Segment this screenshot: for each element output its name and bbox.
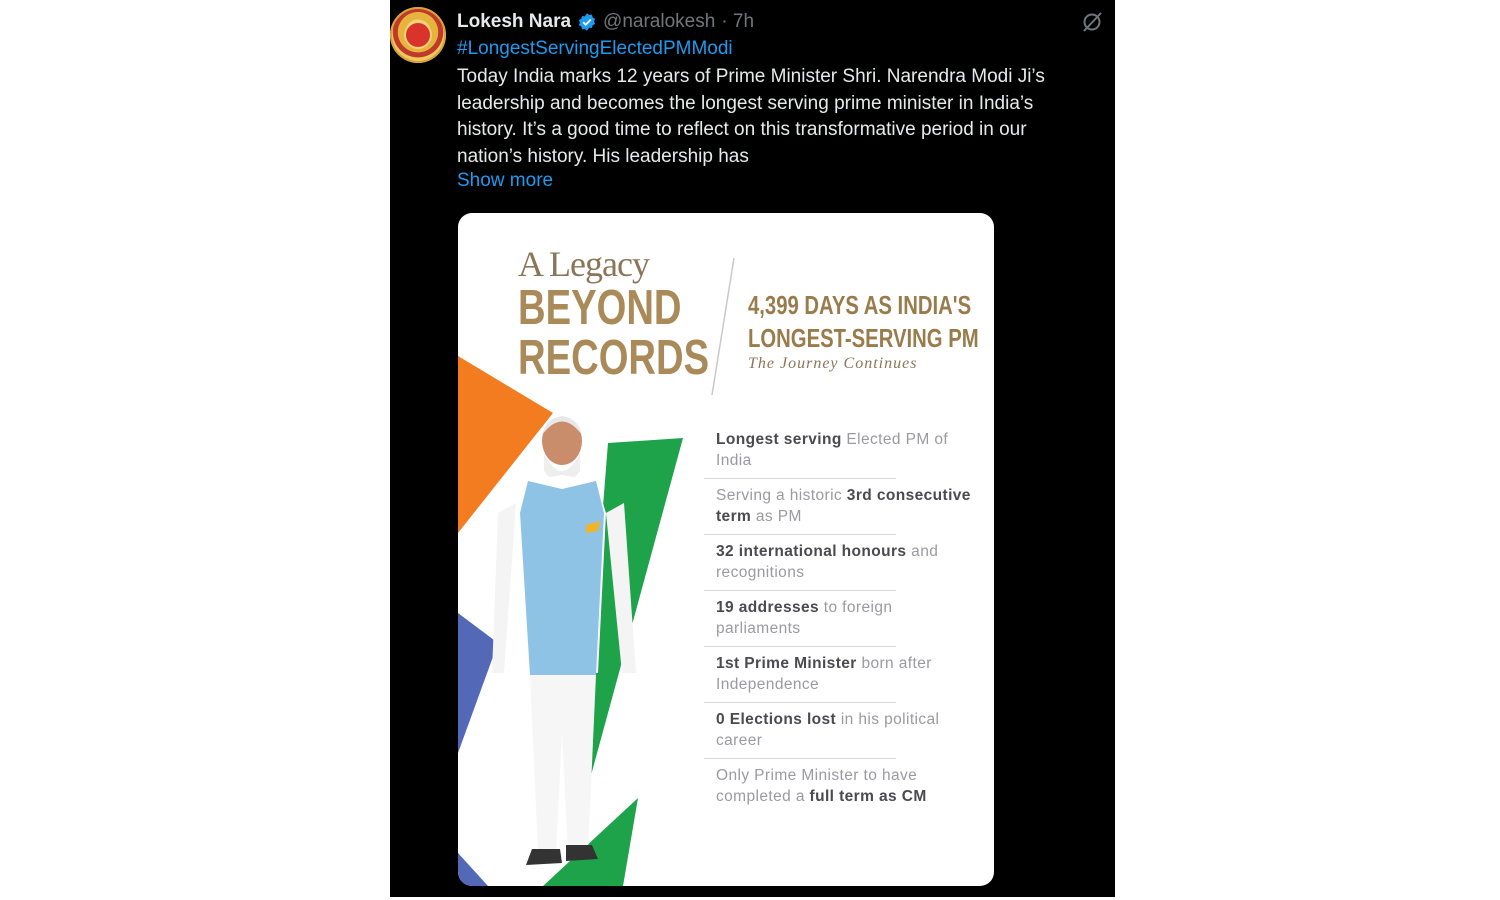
stat-bold: 32 international honours [716,543,907,560]
tweet-image-card[interactable]: A Legacy BEYOND RECORDS 4,399 DAYS AS IN… [458,213,994,886]
stat-pre: Serving a historic [716,487,847,504]
card-headline: BEYOND RECORDS [518,283,709,383]
author-name[interactable]: Lokesh Nara [457,11,571,33]
stat-item: 1st Prime Minister born after Independen… [704,647,974,703]
stat-item: Only Prime Minister to have completed a … [704,759,974,815]
stat-bold: 0 Elections lost [716,711,837,728]
headline-line: RECORDS [518,331,710,385]
grok-icon[interactable] [1080,10,1104,34]
days-headline: 4,399 DAYS AS INDIA'S LONGEST-SERVING PM [748,289,979,355]
emblem-icon [404,21,432,49]
show-more-link[interactable]: Show more [457,170,553,192]
stat-item: 0 Elections lost in his political career [704,703,974,759]
blue-triangle [458,613,498,753]
card-divider [711,257,735,396]
days-line: 4,399 DAYS AS INDIA'S [748,290,972,320]
tweet-text-line: history. It’s a good time to reflect on … [457,119,1027,140]
tweet: Lokesh Nara @naralokesh · 7h #LongestSer… [390,0,1115,897]
author-handle[interactable]: @naralokesh [603,11,715,33]
tweet-time[interactable]: · 7h [721,11,754,33]
tweet-text-line: nation’s history. His leadership has [457,145,749,167]
avatar[interactable] [390,7,446,63]
tweet-text-line: Today India marks 12 years of Prime Mini… [457,66,1045,87]
stat-item: 19 addresses to foreign parliaments [704,591,974,647]
stat-bold: full term as CM [809,788,927,805]
stats-list: Longest serving Elected PM of India Serv… [704,423,974,815]
hashtag-link[interactable]: #LongestServingElectedPMModi [457,38,733,60]
verified-badge-icon [578,13,596,31]
tweet-header: Lokesh Nara @naralokesh · 7h [457,10,754,34]
stat-item: 32 international honours and recognition… [704,535,974,591]
stat-item: Longest serving Elected PM of India [704,423,974,479]
tweet-text: Today India marks 12 years of Prime Mini… [457,64,1097,170]
stat-bold: 1st Prime Minister [716,655,857,672]
stat-rest: as PM [751,508,802,525]
journey-subtitle: The Journey Continues [748,355,918,372]
tweet-text-line: leadership and becomes the longest servi… [457,92,1034,114]
legacy-script-text: A Legacy [518,244,650,284]
blue-triangle-bottom [458,853,488,886]
stat-bold: 19 addresses [716,599,820,616]
stat-item: Serving a historic 3rd consecutive term … [704,479,974,535]
stat-bold: Longest serving [716,431,842,448]
days-line: LONGEST-SERVING PM [748,323,979,353]
headline-line: BEYOND [518,281,682,335]
